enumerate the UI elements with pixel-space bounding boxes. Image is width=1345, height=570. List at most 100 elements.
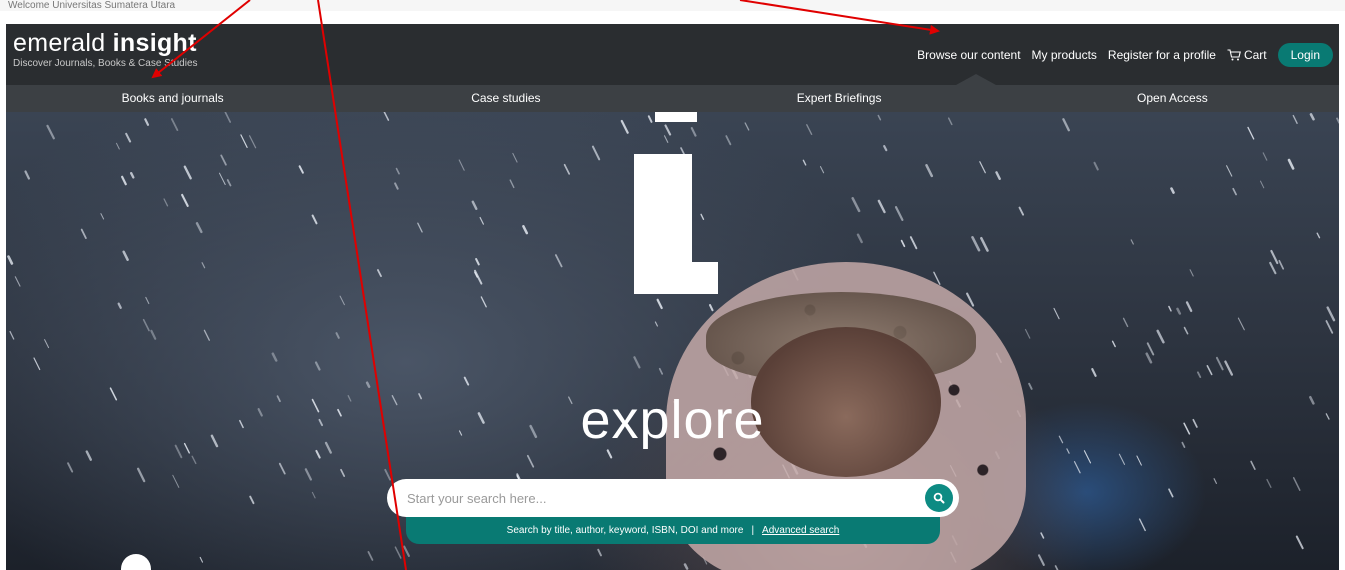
brand-i-dot — [655, 112, 697, 122]
snowflake-streak — [298, 165, 304, 174]
snowflake-streak — [220, 154, 227, 166]
snowflake-streak — [744, 122, 750, 131]
snowflake-streak — [249, 495, 255, 505]
snowflake-streak — [14, 276, 21, 287]
cart-label: Cart — [1243, 48, 1267, 62]
snowflake-streak — [1262, 152, 1268, 161]
snowflake-streak — [1316, 232, 1321, 239]
snowflake-streak — [117, 302, 122, 309]
nav-case-studies[interactable]: Case studies — [339, 85, 672, 112]
snowflake-streak — [480, 296, 487, 308]
snowflake-streak — [7, 255, 14, 265]
snowflake-streak — [1146, 342, 1155, 356]
nav-expert-briefings[interactable]: Expert Briefings — [673, 85, 1006, 112]
snowflake-streak — [181, 193, 189, 207]
snowflake-streak — [1292, 477, 1301, 491]
snowflake-streak — [479, 216, 484, 225]
my-products-link[interactable]: My products — [1032, 48, 1097, 62]
snowflake-streak — [633, 356, 641, 369]
snowflake-streak — [403, 545, 410, 557]
browse-our-content-link[interactable]: Browse our content — [917, 48, 1020, 62]
cart-link[interactable]: Cart — [1227, 48, 1267, 62]
snowflake-streak — [311, 214, 318, 225]
snowflake-streak — [1287, 158, 1295, 170]
login-button[interactable]: Login — [1277, 43, 1333, 67]
nav-books-and-journals[interactable]: Books and journals — [6, 85, 339, 112]
snowflake-streak — [80, 228, 87, 239]
snowflake-streak — [1266, 478, 1272, 488]
snowflake-streak — [802, 159, 807, 166]
search-hint-separator: | — [751, 525, 755, 536]
emerald-insight-logo[interactable]: emerald insight Discover Journals, Books… — [13, 29, 198, 70]
snowflake-streak — [67, 462, 74, 473]
snowflake-streak — [314, 361, 321, 371]
snowflake-streak — [340, 468, 346, 477]
snowflake-streak — [606, 449, 613, 459]
snowflake-streak — [1122, 317, 1129, 328]
snowflake-streak — [100, 213, 105, 220]
snowflake-streak — [44, 339, 50, 349]
top-navigation: Browse our content My products Register … — [917, 43, 1333, 67]
snowflake-streak — [658, 367, 664, 375]
snowflake-streak — [654, 321, 659, 327]
snowflake-streak — [1130, 239, 1134, 245]
snowflake-streak — [136, 467, 146, 483]
logo-word-bold: insight — [112, 29, 197, 57]
snowflake-streak — [150, 329, 157, 340]
snowflake-streak — [183, 165, 192, 180]
snowflake-streak — [226, 179, 232, 187]
snowflake-streak — [1111, 340, 1116, 348]
register-profile-link[interactable]: Register for a profile — [1108, 48, 1216, 62]
snowflake-streak — [708, 304, 714, 312]
snowflake-streak — [1325, 320, 1334, 334]
snowflake-streak — [249, 135, 257, 149]
snowflake-streak — [1326, 306, 1336, 322]
snowflake-streak — [1054, 565, 1059, 570]
snowflake-streak — [1309, 113, 1315, 121]
snowflake-streak — [1053, 307, 1060, 320]
snowflake-streak — [417, 222, 423, 233]
snowflake-streak — [195, 222, 203, 234]
snowflake-streak — [806, 124, 813, 135]
snowflake-streak — [1250, 460, 1256, 471]
snowflake-streak — [1189, 269, 1194, 277]
snowflake-streak — [647, 115, 653, 123]
logo-tagline: Discover Journals, Books & Case Studies — [13, 58, 198, 69]
snowflake-streak — [664, 124, 672, 136]
snowflake-streak — [1224, 360, 1234, 376]
snowflake-streak — [1292, 114, 1298, 125]
snowflake-streak — [1197, 371, 1202, 379]
snowflake-streak — [725, 135, 732, 146]
snowflake-streak — [947, 117, 953, 126]
snowflake-streak — [271, 352, 278, 362]
snowflake-streak — [315, 449, 321, 459]
snowflake-streak — [925, 164, 934, 178]
snowflake-streak — [700, 213, 705, 221]
snowflake-streak — [1270, 249, 1279, 265]
snowflake-streak — [203, 329, 210, 341]
snowflake-streak — [591, 145, 601, 161]
snowflake-streak — [1168, 305, 1172, 312]
snowflake-streak — [1145, 352, 1153, 364]
snowflake-streak — [900, 239, 906, 248]
search-button[interactable] — [925, 484, 953, 512]
advanced-search-link[interactable]: Advanced search — [762, 525, 839, 536]
snowflake-streak — [116, 142, 120, 150]
snowflake-streak — [474, 269, 483, 285]
snowflake-streak — [471, 200, 478, 211]
snowflake-streak — [1037, 554, 1045, 566]
snowflake-streak — [1278, 259, 1285, 270]
snowflake-streak — [144, 118, 150, 126]
snowflake-streak — [376, 269, 382, 278]
snowflake-streak — [1083, 450, 1092, 464]
snowflake-streak — [1232, 187, 1237, 196]
snowflake-streak — [9, 330, 15, 340]
snowflake-streak — [512, 152, 518, 163]
search-input[interactable] — [387, 479, 959, 517]
snowflake-streak — [1183, 326, 1189, 335]
snowflake-streak — [1260, 180, 1265, 189]
nav-open-access[interactable]: Open Access — [1006, 85, 1339, 112]
snowflake-streak — [24, 170, 30, 180]
snowflake-streak — [367, 550, 374, 561]
snowflake-streak — [311, 491, 316, 499]
